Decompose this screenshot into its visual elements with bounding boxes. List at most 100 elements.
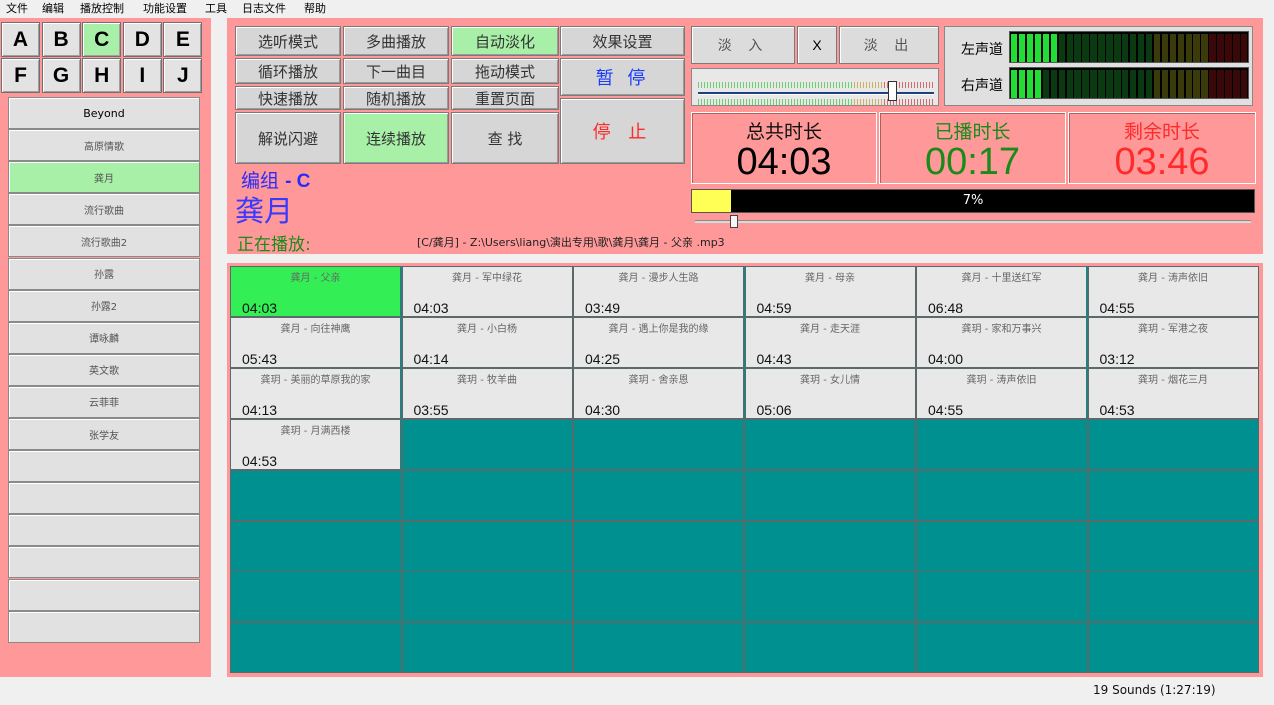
menu-log[interactable]: 日志文件 [242,2,286,16]
empty-song-cell[interactable] [401,520,573,572]
group-item[interactable]: 谭咏麟 [8,321,200,354]
group-item[interactable]: 流行歌曲2 [8,225,200,258]
menu-tools[interactable]: 工具 [205,2,227,16]
song-cell[interactable]: 龚月 - 十里送红军 06:48 [916,266,1087,317]
empty-song-cell[interactable] [744,571,916,623]
group-item[interactable]: Beyond [8,97,200,129]
stop-button[interactable]: 停 止 [560,98,685,164]
empty-song-cell[interactable] [230,622,401,674]
empty-song-cell[interactable] [1087,622,1259,674]
volume-slider[interactable] [691,68,939,106]
letter-button-d[interactable]: D [122,22,162,57]
empty-song-cell[interactable] [1087,418,1259,470]
empty-song-cell[interactable] [744,622,916,674]
empty-song-cell[interactable] [916,469,1087,521]
empty-song-cell[interactable] [916,622,1087,674]
letter-button-e[interactable]: E [163,22,203,57]
group-item[interactable]: 孙露2 [8,289,200,322]
loop-play-button[interactable]: 循环播放 [235,58,341,84]
fade-out-button[interactable]: 淡 出 [839,26,939,64]
group-item[interactable] [8,610,200,643]
next-track-button[interactable]: 下一曲目 [343,58,449,84]
song-cell[interactable]: 龚玥 - 月满西楼 04:53 [230,418,401,470]
drag-mode-button[interactable]: 拖动模式 [451,58,559,84]
empty-song-cell[interactable] [744,469,916,521]
continuous-play-button[interactable]: 连续播放 [343,112,449,164]
empty-song-cell[interactable] [573,418,744,470]
fade-in-button[interactable]: 淡 入 [691,26,795,64]
empty-song-cell[interactable] [401,469,573,521]
empty-song-cell[interactable] [573,571,744,623]
random-play-button[interactable]: 随机播放 [343,86,449,110]
empty-song-cell[interactable] [744,520,916,572]
find-button[interactable]: 查 找 [451,112,559,164]
pause-button[interactable]: 暂 停 [560,58,685,96]
empty-song-cell[interactable] [1087,571,1259,623]
song-cell[interactable]: 龚月 - 父亲 04:03 [230,266,401,317]
effects-button[interactable]: 效果设置 [560,26,685,56]
song-cell[interactable]: 龚月 - 涛声依旧 04:55 [1087,266,1259,317]
song-cell[interactable]: 龚月 - 遇上你是我的缘 04:25 [573,316,744,368]
fade-cancel-button[interactable]: X [797,26,837,64]
preview-mode-button[interactable]: 选听模式 [235,26,341,56]
group-item[interactable]: 高原情歌 [8,129,200,162]
letter-button-b[interactable]: B [41,22,81,57]
reset-page-button[interactable]: 重置页面 [451,86,559,110]
song-cell[interactable]: 龚玥 - 军港之夜 03:12 [1087,316,1259,368]
song-cell[interactable]: 龚玥 - 舍亲恩 04:30 [573,367,744,419]
menu-edit[interactable]: 编辑 [42,2,64,16]
song-cell[interactable]: 龚月 - 漫步人生路 03:49 [573,266,744,317]
group-item[interactable] [8,450,200,483]
letter-button-f[interactable]: F [1,58,40,93]
group-item[interactable]: 龚月 [8,161,200,194]
seek-thumb[interactable] [729,215,738,228]
empty-song-cell[interactable] [230,469,401,521]
multi-play-button[interactable]: 多曲播放 [343,26,449,56]
letter-button-a[interactable]: A [1,22,40,57]
letter-button-j[interactable]: J [163,58,203,93]
group-item[interactable]: 孙露 [8,257,200,290]
group-item[interactable]: 流行歌曲 [8,193,200,226]
menu-settings[interactable]: 功能设置 [143,2,187,16]
song-cell[interactable]: 龚玥 - 女儿情 05:06 [744,367,916,419]
song-cell[interactable]: 龚玥 - 烟花三月 04:53 [1087,367,1259,419]
empty-song-cell[interactable] [401,571,573,623]
menu-help[interactable]: 帮助 [304,2,326,16]
seek-slider[interactable] [695,215,1251,228]
empty-song-cell[interactable] [401,418,573,470]
song-cell[interactable]: 龚玥 - 涛声依旧 04:55 [916,367,1087,419]
song-cell[interactable]: 龚玥 - 牧羊曲 03:55 [401,367,573,419]
letter-button-i[interactable]: I [122,58,162,93]
song-cell[interactable]: 龚月 - 母亲 04:59 [744,266,916,317]
narrate-dodge-button[interactable]: 解说闪避 [235,112,341,164]
group-item[interactable] [8,514,200,547]
empty-song-cell[interactable] [916,418,1087,470]
empty-song-cell[interactable] [916,571,1087,623]
empty-song-cell[interactable] [1087,469,1259,521]
menu-playback[interactable]: 播放控制 [80,2,124,16]
empty-song-cell[interactable] [916,520,1087,572]
group-item[interactable]: 云菲菲 [8,385,200,418]
song-cell[interactable]: 龚月 - 向往神鹰 05:43 [230,316,401,368]
song-cell[interactable]: 龚月 - 军中绿花 04:03 [401,266,573,317]
fast-play-button[interactable]: 快速播放 [235,86,341,110]
empty-song-cell[interactable] [401,622,573,674]
letter-button-c[interactable]: C [82,22,122,57]
group-item[interactable] [8,482,200,515]
empty-song-cell[interactable] [573,622,744,674]
group-item[interactable]: 英文歌 [8,353,200,386]
menu-file[interactable]: 文件 [6,2,28,16]
auto-fade-button[interactable]: 自动淡化 [451,26,559,56]
volume-track[interactable] [698,92,934,95]
group-item[interactable] [8,578,200,611]
letter-button-h[interactable]: H [82,58,122,93]
group-item[interactable]: 张学友 [8,418,200,450]
empty-song-cell[interactable] [230,520,401,572]
song-cell[interactable]: 龚月 - 小白杨 04:14 [401,316,573,368]
song-cell[interactable]: 龚玥 - 家和万事兴 04:00 [916,316,1087,368]
empty-song-cell[interactable] [230,571,401,623]
empty-song-cell[interactable] [573,469,744,521]
song-cell[interactable]: 龚玥 - 美丽的草原我的家 04:13 [230,367,401,419]
empty-song-cell[interactable] [744,418,916,470]
letter-button-g[interactable]: G [41,58,81,93]
